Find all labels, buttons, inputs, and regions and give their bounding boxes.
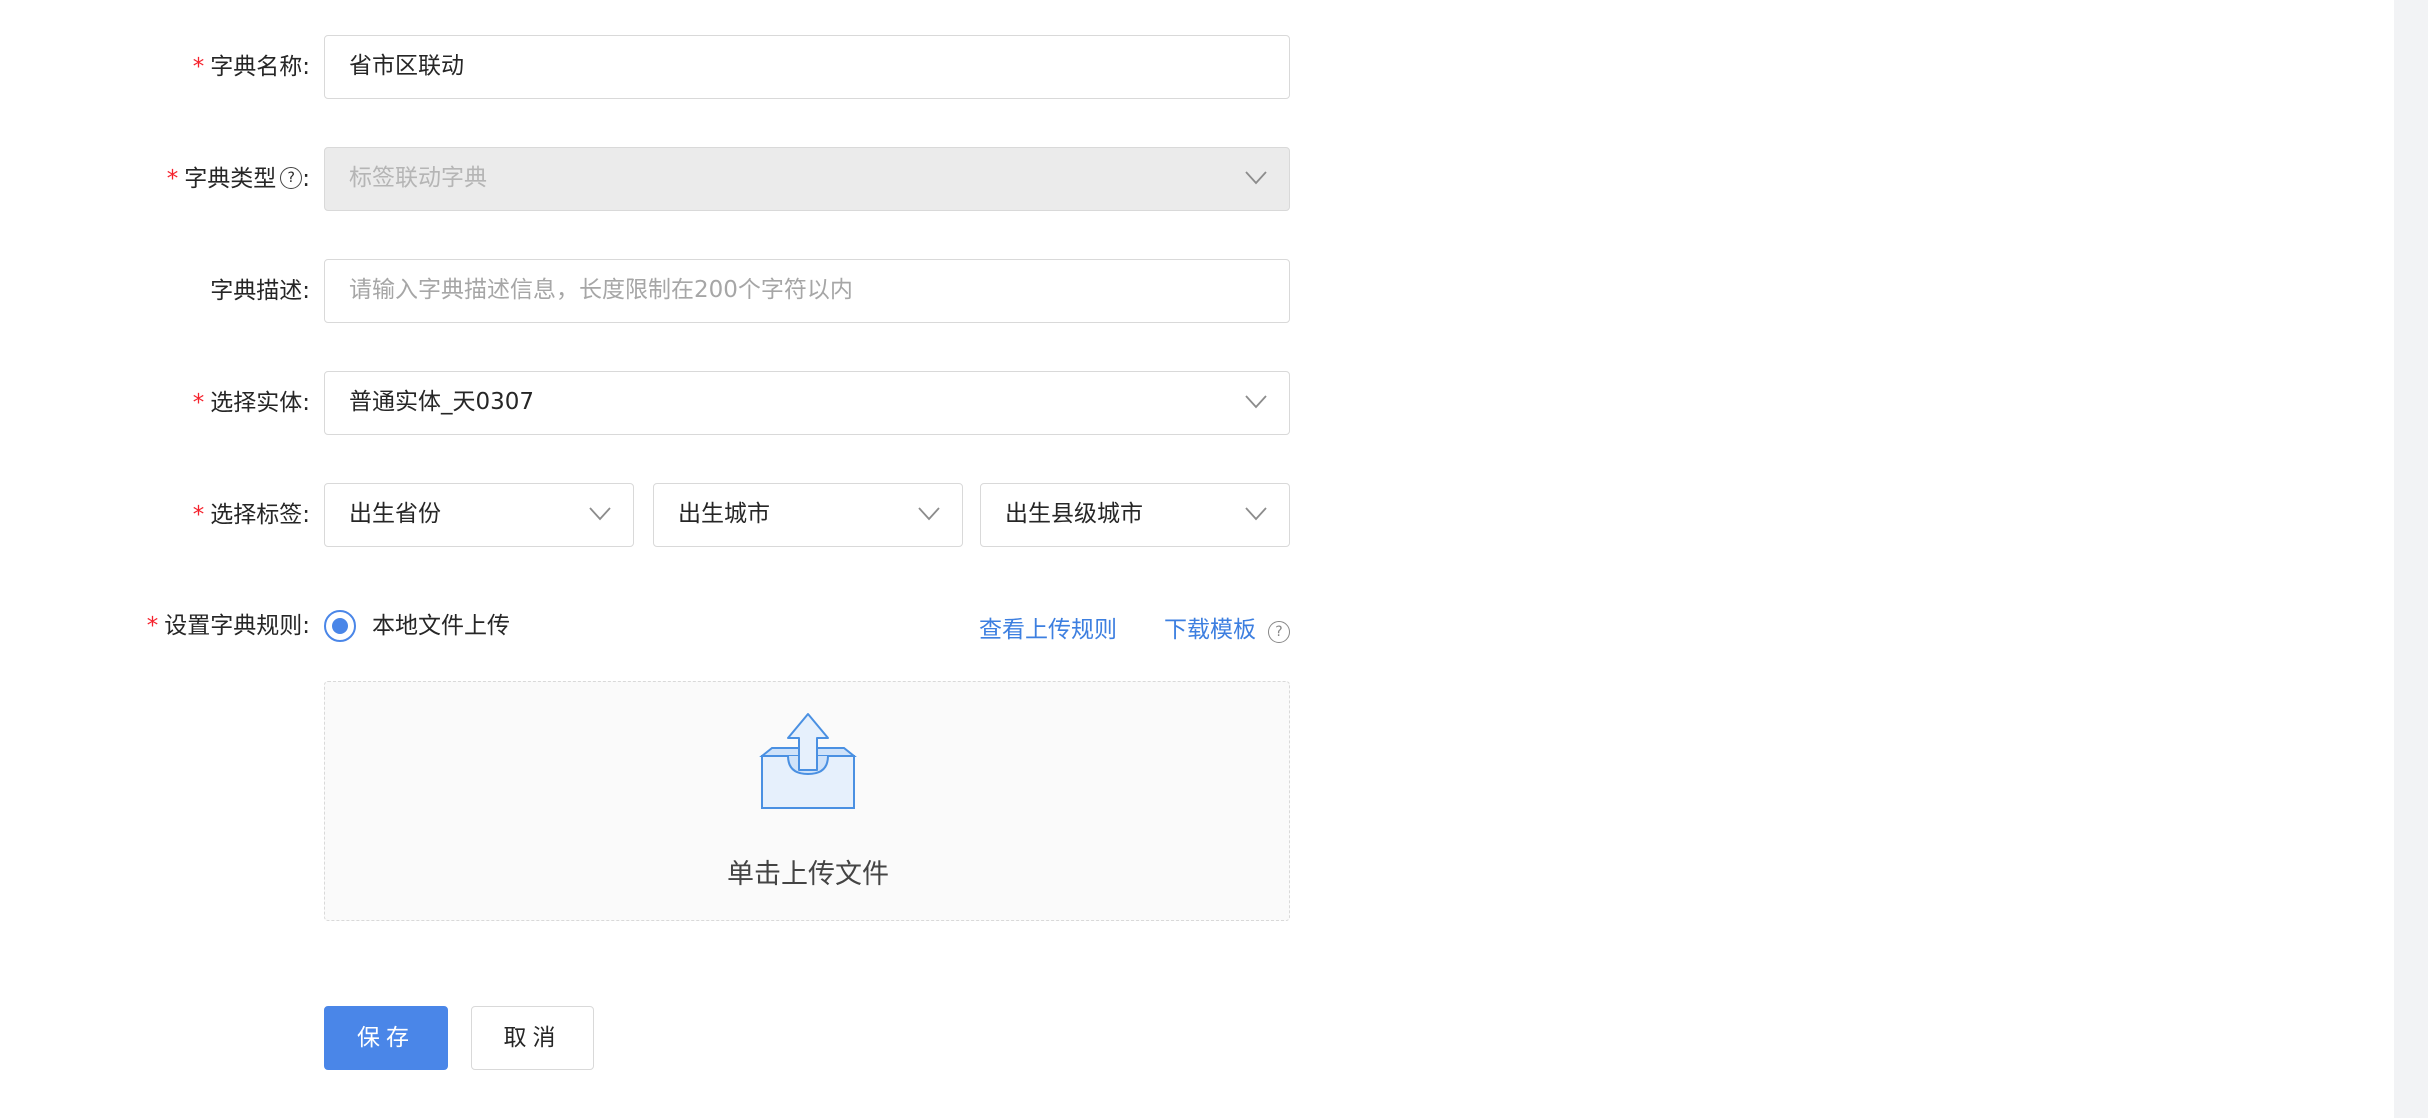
- dict-type-label: * 字典类型?:: [166, 166, 310, 192]
- dict-name-label: * 字典名称:: [192, 54, 310, 80]
- dict-desc-placeholder: 请输入字典描述信息，长度限制在200个字符以内: [349, 277, 853, 303]
- tags-label: * 选择标签:: [192, 502, 310, 528]
- tag-select-value: 出生县级城市: [1005, 501, 1143, 527]
- required-mark: *: [192, 502, 205, 528]
- tag-select-city[interactable]: 出生城市: [653, 483, 963, 547]
- download-template-link[interactable]: 下载模板: [1164, 598, 1256, 662]
- required-mark: *: [166, 166, 179, 192]
- form-row-dict-name: * 字典名称: 省市区联动: [0, 35, 1300, 99]
- rule-label: * 设置字典规则:: [146, 613, 310, 639]
- save-button[interactable]: 保存: [324, 1006, 448, 1070]
- upload-inbox-icon: [759, 713, 857, 809]
- tag-select-value: 出生城市: [678, 501, 770, 527]
- form-row-tags: * 选择标签: 出生省份 出生城市 出生县级城市: [0, 483, 1300, 547]
- chevron-down-icon: [589, 507, 611, 521]
- local-upload-radio-label[interactable]: 本地文件上传: [372, 594, 510, 658]
- dictionary-form-page: * 字典名称: 省市区联动 * 字典类型?: 标签联动字典 字典描述: 请输入字典描…: [0, 0, 2428, 1118]
- required-mark: *: [192, 54, 205, 80]
- dict-name-input[interactable]: 省市区联动: [324, 35, 1290, 99]
- upload-dropzone[interactable]: 单击上传文件: [324, 681, 1290, 921]
- tag-select-province[interactable]: 出生省份: [324, 483, 634, 547]
- dict-type-select: 标签联动字典: [324, 147, 1290, 211]
- chevron-down-icon: [1245, 395, 1267, 409]
- chevron-down-icon: [1245, 507, 1267, 521]
- scrollbar-track[interactable]: [2394, 0, 2428, 1118]
- required-mark: *: [192, 390, 205, 416]
- view-upload-rules-link[interactable]: 查看上传规则: [979, 598, 1117, 662]
- dict-desc-input[interactable]: 请输入字典描述信息，长度限制在200个字符以内: [324, 259, 1290, 323]
- dict-type-value: 标签联动字典: [349, 165, 487, 191]
- local-upload-radio[interactable]: [324, 610, 356, 642]
- entity-value: 普通实体_天0307: [349, 389, 535, 415]
- entity-label: * 选择实体:: [192, 390, 310, 416]
- tag-select-value: 出生省份: [349, 501, 441, 527]
- chevron-down-icon: [918, 507, 940, 521]
- form-row-dict-desc: 字典描述: 请输入字典描述信息，长度限制在200个字符以内: [0, 259, 1300, 323]
- required-mark: *: [146, 613, 159, 639]
- dict-desc-label: 字典描述:: [210, 278, 310, 304]
- question-circle-icon[interactable]: ?: [280, 166, 303, 189]
- chevron-down-icon: [1245, 171, 1267, 185]
- upload-text: 单击上传文件: [727, 859, 889, 890]
- form-row-rule: * 设置字典规则: 本地文件上传 查看上传规则 下载模板 ?: [0, 594, 1300, 658]
- question-circle-icon[interactable]: ?: [1268, 621, 1290, 643]
- tag-select-county[interactable]: 出生县级城市: [980, 483, 1290, 547]
- form-row-entity: * 选择实体: 普通实体_天0307: [0, 371, 1300, 435]
- cancel-button[interactable]: 取消: [471, 1006, 594, 1070]
- form-row-dict-type: * 字典类型?: 标签联动字典: [0, 147, 1300, 211]
- entity-select[interactable]: 普通实体_天0307: [324, 371, 1290, 435]
- dict-name-value: 省市区联动: [349, 53, 464, 79]
